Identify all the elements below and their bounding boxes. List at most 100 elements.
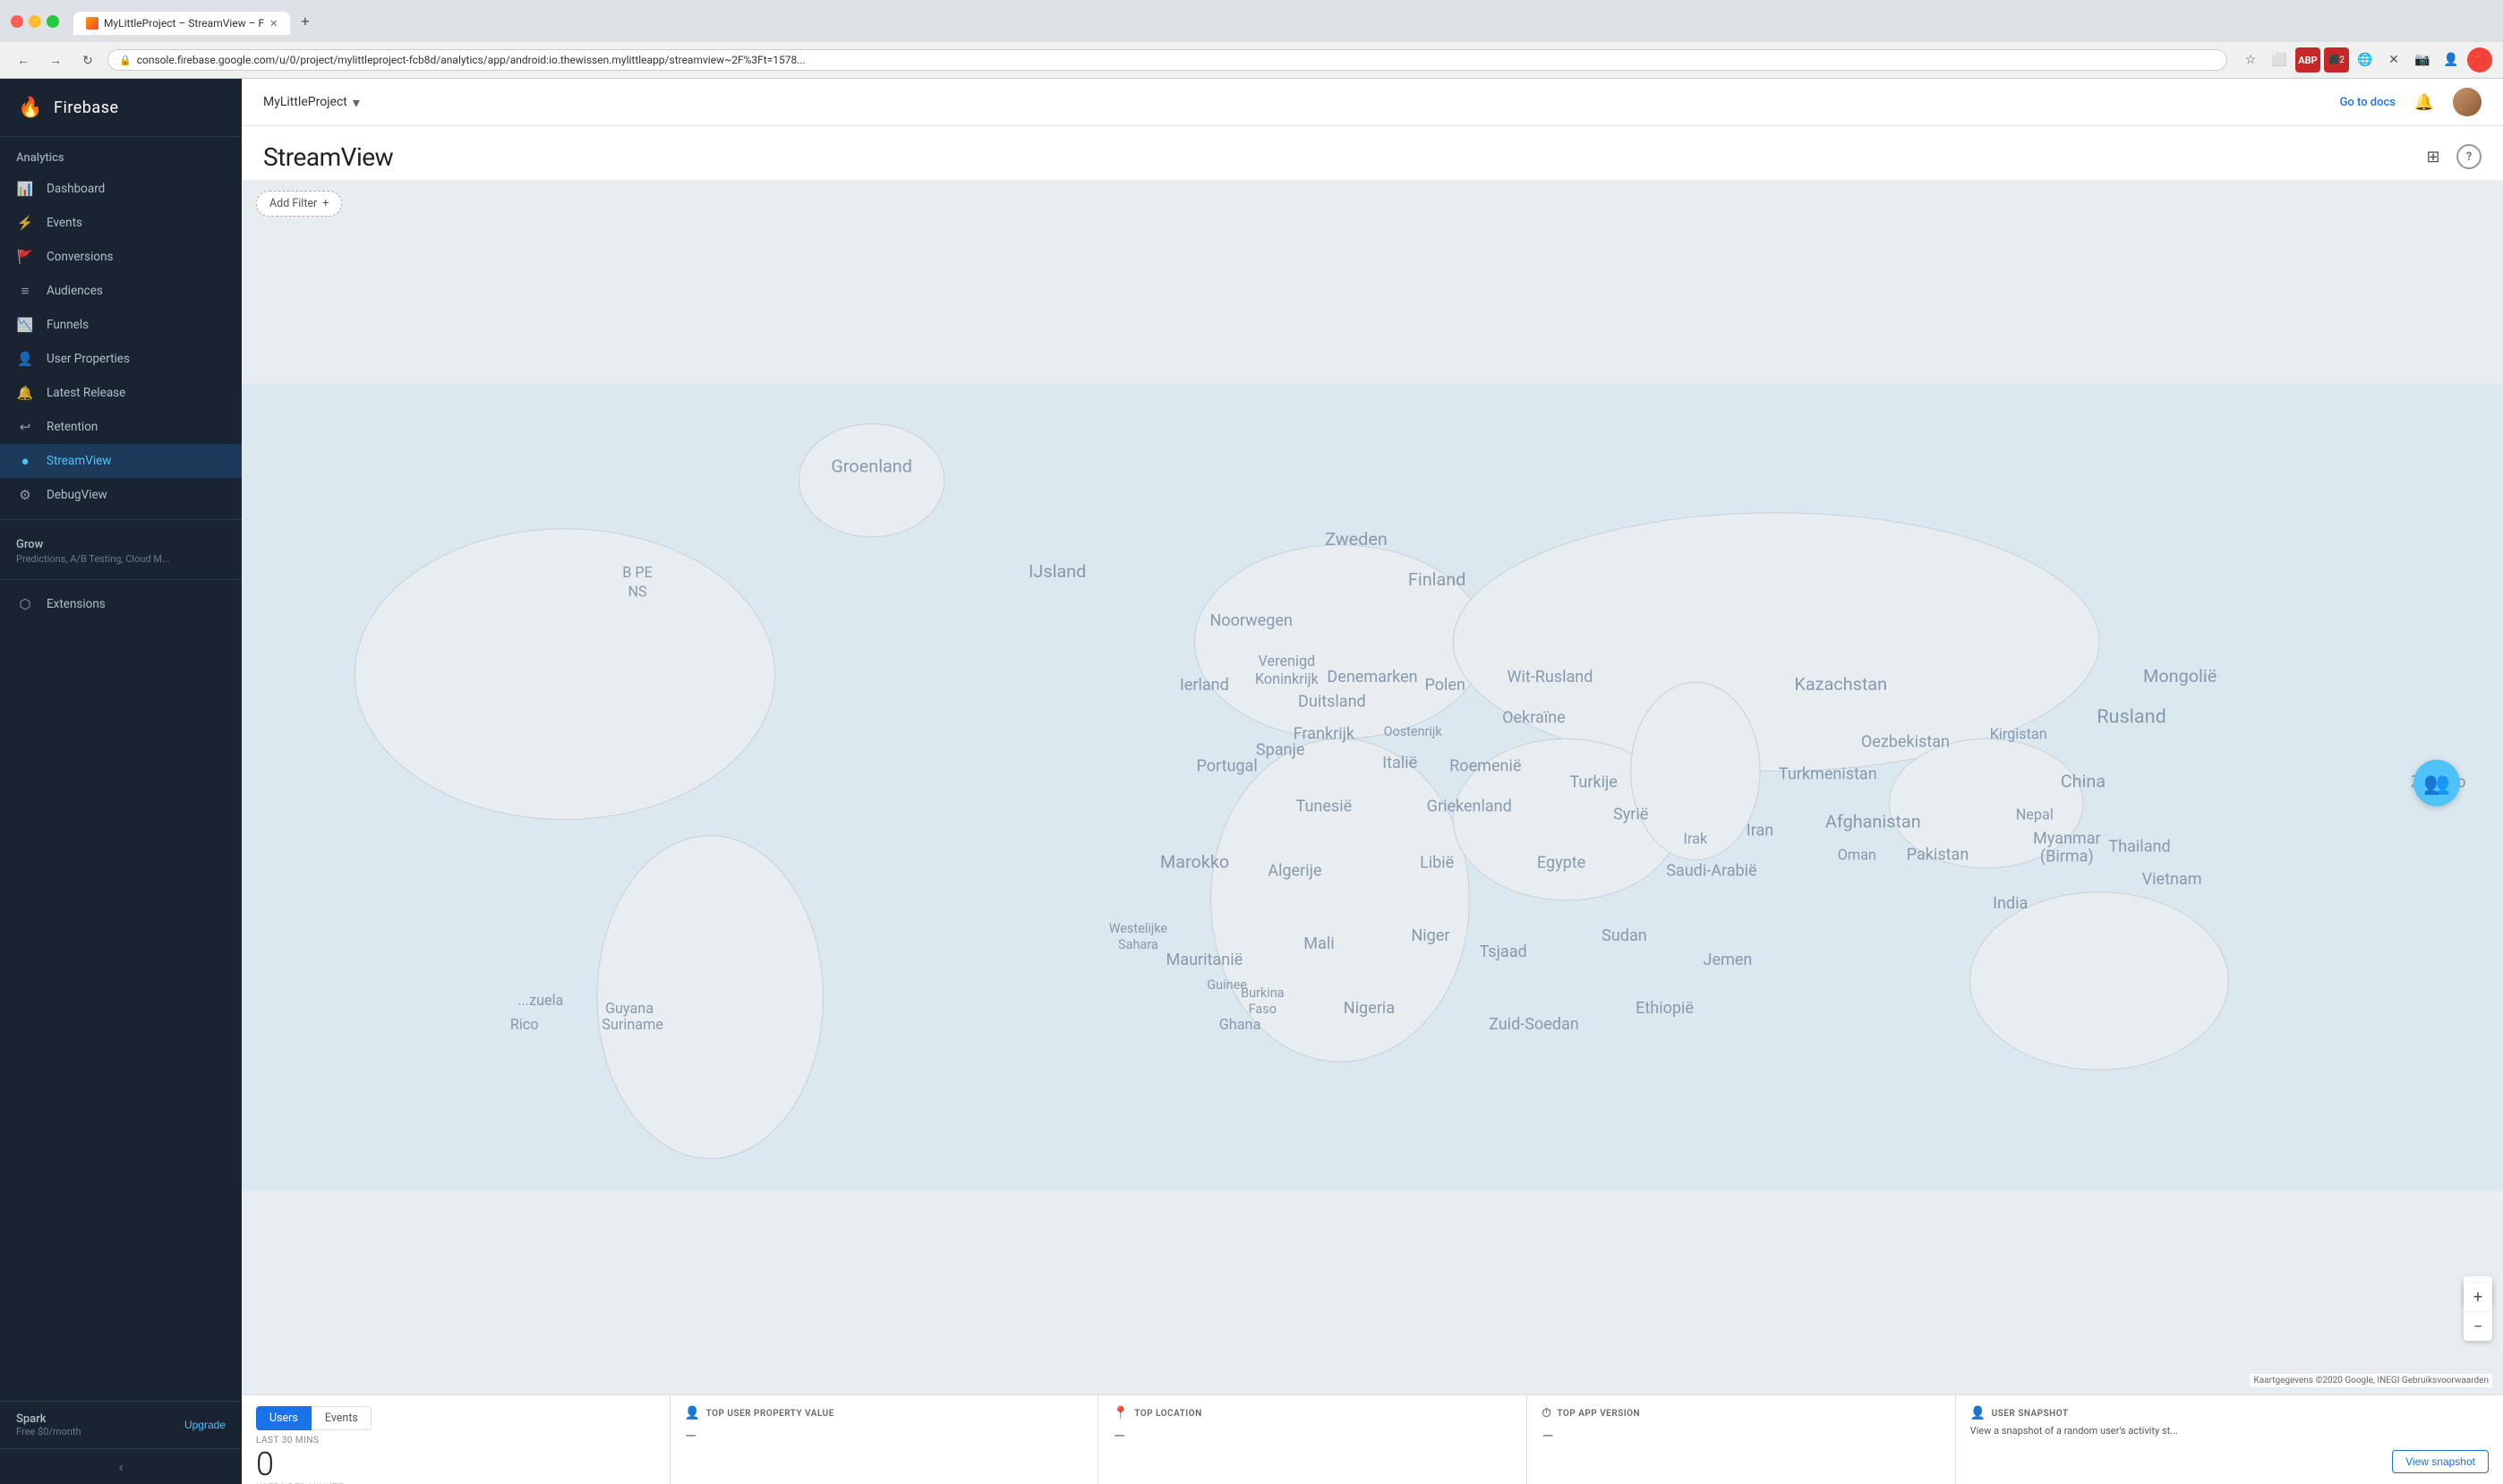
sidebar-item-conversions[interactable]: 🚩 Conversions	[0, 240, 242, 274]
extension-icon-2[interactable]: 🌐	[2353, 47, 2378, 72]
svg-text:Nepal: Nepal	[2016, 806, 2054, 823]
top-bar: MyLittleProject ▾ Go to docs 🔔	[242, 79, 2503, 126]
help-button[interactable]: ?	[2456, 144, 2482, 169]
main-content: MyLittleProject ▾ Go to docs 🔔 StreamVie…	[242, 79, 2503, 1484]
sidebar-item-retention[interactable]: ↩ Retention	[0, 410, 242, 444]
view-snapshot-button[interactable]: View snapshot	[2392, 1450, 2489, 1473]
svg-text:...zuela: ...zuela	[517, 992, 563, 1009]
user-snapshot-label: USER SNAPSHOT	[1992, 1409, 2069, 1419]
zoom-in-button[interactable]: +	[2464, 1284, 2492, 1312]
users-events-toggle: Users Events	[256, 1406, 655, 1430]
svg-text:Libië: Libië	[1420, 854, 1454, 873]
sidebar-item-extensions[interactable]: ⬡ Extensions	[0, 587, 242, 621]
user-avatar[interactable]	[2453, 88, 2482, 116]
maximize-button[interactable]	[47, 15, 59, 28]
svg-text:Oezbekistan: Oezbekistan	[1861, 732, 1950, 751]
user-snapshot-panel: 👤 USER SNAPSHOT View a snapshot of a ran…	[1956, 1395, 2503, 1484]
sidebar-item-latest-release[interactable]: 🔔 Latest Release	[0, 376, 242, 410]
top-location-label: TOP LOCATION	[1134, 1409, 1201, 1419]
bookmark-star-icon[interactable]: ☆	[2238, 47, 2263, 72]
address-bar[interactable]: 🔒 console.firebase.google.com/u/0/projec…	[107, 49, 2227, 71]
extension-icon-1[interactable]: ⬛2	[2324, 47, 2349, 72]
users-tab[interactable]: Users	[256, 1406, 312, 1430]
svg-text:Rico: Rico	[510, 1016, 539, 1033]
sidebar-collapse-button[interactable]: ‹	[0, 1448, 242, 1484]
upgrade-button[interactable]: Upgrade	[184, 1419, 226, 1431]
screen-mirror-icon[interactable]: ⬜	[2267, 47, 2292, 72]
sidebar-item-extensions-label: Extensions	[47, 597, 106, 611]
back-button[interactable]: ←	[11, 47, 36, 72]
notifications-icon[interactable]: 🔔	[2410, 88, 2439, 116]
svg-text:Mongolië: Mongolië	[2143, 666, 2217, 687]
sidebar-header: 🔥 Firebase	[0, 79, 242, 137]
svg-text:Verenigd: Verenigd	[1259, 652, 1316, 670]
extension-icon-3[interactable]: ✕	[2381, 47, 2406, 72]
users-per-minute-panel: Users Events LAST 30 MINS 0 USERS PER MI…	[242, 1395, 671, 1484]
svg-text:IJsland: IJsland	[1029, 561, 1086, 582]
extension-icon-5[interactable]: 👤	[2439, 47, 2464, 72]
svg-text:Saudi-Arabië: Saudi-Arabië	[1666, 862, 1756, 881]
firebase-logo: 🔥	[16, 93, 45, 122]
sidebar-item-user-properties[interactable]: 👤 User Properties	[0, 342, 242, 376]
page-header-right: ⊞ ?	[2417, 141, 2482, 173]
new-tab-button[interactable]: +	[292, 7, 318, 35]
sidebar-item-events-label: Events	[47, 216, 82, 230]
svg-text:Zuid-Soedan: Zuid-Soedan	[1489, 1015, 1579, 1034]
sidebar-item-dashboard-label: Dashboard	[47, 182, 105, 196]
firebase-title: Firebase	[54, 98, 119, 117]
traffic-lights	[11, 15, 59, 28]
svg-text:Tunesië: Tunesië	[1296, 797, 1353, 816]
grow-title: Grow	[16, 538, 226, 551]
minimize-button[interactable]	[29, 15, 41, 28]
svg-text:Iran: Iran	[1747, 822, 1773, 840]
active-tab[interactable]: MyLittleProject – StreamView – F ✕	[73, 12, 290, 35]
svg-text:Oman: Oman	[1838, 847, 1876, 864]
spark-plan-label: Spark	[16, 1412, 81, 1426]
users-map-icon: 👥	[2423, 770, 2450, 795]
svg-text:Suriname: Suriname	[602, 1016, 663, 1033]
tab-close-button[interactable]: ✕	[269, 18, 278, 30]
svg-text:Guinee: Guinee	[1207, 977, 1247, 993]
add-filter-button[interactable]: Add Filter +	[256, 191, 342, 217]
sidebar-item-events[interactable]: ⚡ Events	[0, 206, 242, 240]
svg-text:Duitsland: Duitsland	[1298, 692, 1366, 711]
users-per-minute-value: 0	[256, 1446, 655, 1483]
extension-icon-4[interactable]: 📷	[2410, 47, 2435, 72]
browser-titlebar: MyLittleProject – StreamView – F ✕ +	[0, 0, 2503, 42]
app-container: 🔥 Firebase Analytics 📊 Dashboard ⚡ Event…	[0, 79, 2503, 1484]
svg-text:Niger: Niger	[1411, 926, 1449, 945]
sidebar-item-debugview[interactable]: ⚙ DebugView	[0, 478, 242, 512]
svg-text:Kazachstan: Kazachstan	[1794, 674, 1887, 695]
forward-button[interactable]: →	[43, 47, 68, 72]
sidebar-item-streamview[interactable]: ● StreamView	[0, 444, 242, 478]
abp-icon[interactable]: ABP	[2295, 47, 2320, 72]
extensions-icon: ⬡	[16, 596, 34, 612]
user-snapshot-description: View a snapshot of a random user's activ…	[1970, 1424, 2489, 1446]
svg-text:Zweden: Zweden	[1325, 529, 1388, 550]
project-selector[interactable]: MyLittleProject ▾	[263, 94, 360, 111]
svg-text:Marokko: Marokko	[1160, 852, 1229, 873]
page-title: StreamView	[263, 142, 393, 172]
reload-button[interactable]: ↻	[75, 47, 100, 72]
sidebar-item-funnels[interactable]: 📉 Funnels	[0, 308, 242, 342]
close-button[interactable]	[11, 15, 23, 28]
sidebar-item-audiences[interactable]: ≡ Audiences	[0, 274, 242, 308]
top-user-property-label: TOP USER PROPERTY VALUE	[706, 1409, 834, 1419]
events-tab[interactable]: Events	[312, 1406, 372, 1430]
svg-text:Spanje: Spanje	[1256, 740, 1304, 759]
sidebar-item-funnels-label: Funnels	[47, 318, 89, 332]
funnels-icon: 📉	[16, 317, 34, 333]
svg-text:Ghana: Ghana	[1219, 1016, 1261, 1033]
svg-text:Myanmar: Myanmar	[2033, 830, 2101, 849]
sidebar-item-dashboard[interactable]: 📊 Dashboard	[0, 172, 242, 206]
go-to-docs-link[interactable]: Go to docs	[2340, 96, 2396, 109]
spark-info: Spark Free $0/month	[16, 1412, 81, 1437]
sidebar-item-debugview-label: DebugView	[47, 488, 107, 502]
zoom-out-button[interactable]: −	[2464, 1312, 2492, 1341]
top-location-value: –	[1113, 1426, 1512, 1448]
filter-settings-icon[interactable]: ⊞	[2417, 141, 2449, 173]
sidebar-divider-2	[0, 579, 242, 580]
extension-icon-6[interactable]: 🔴	[2467, 47, 2492, 72]
project-name: MyLittleProject	[263, 95, 347, 109]
top-app-version-panel: ⏱ TOP APP VERSION –	[1527, 1395, 1956, 1484]
